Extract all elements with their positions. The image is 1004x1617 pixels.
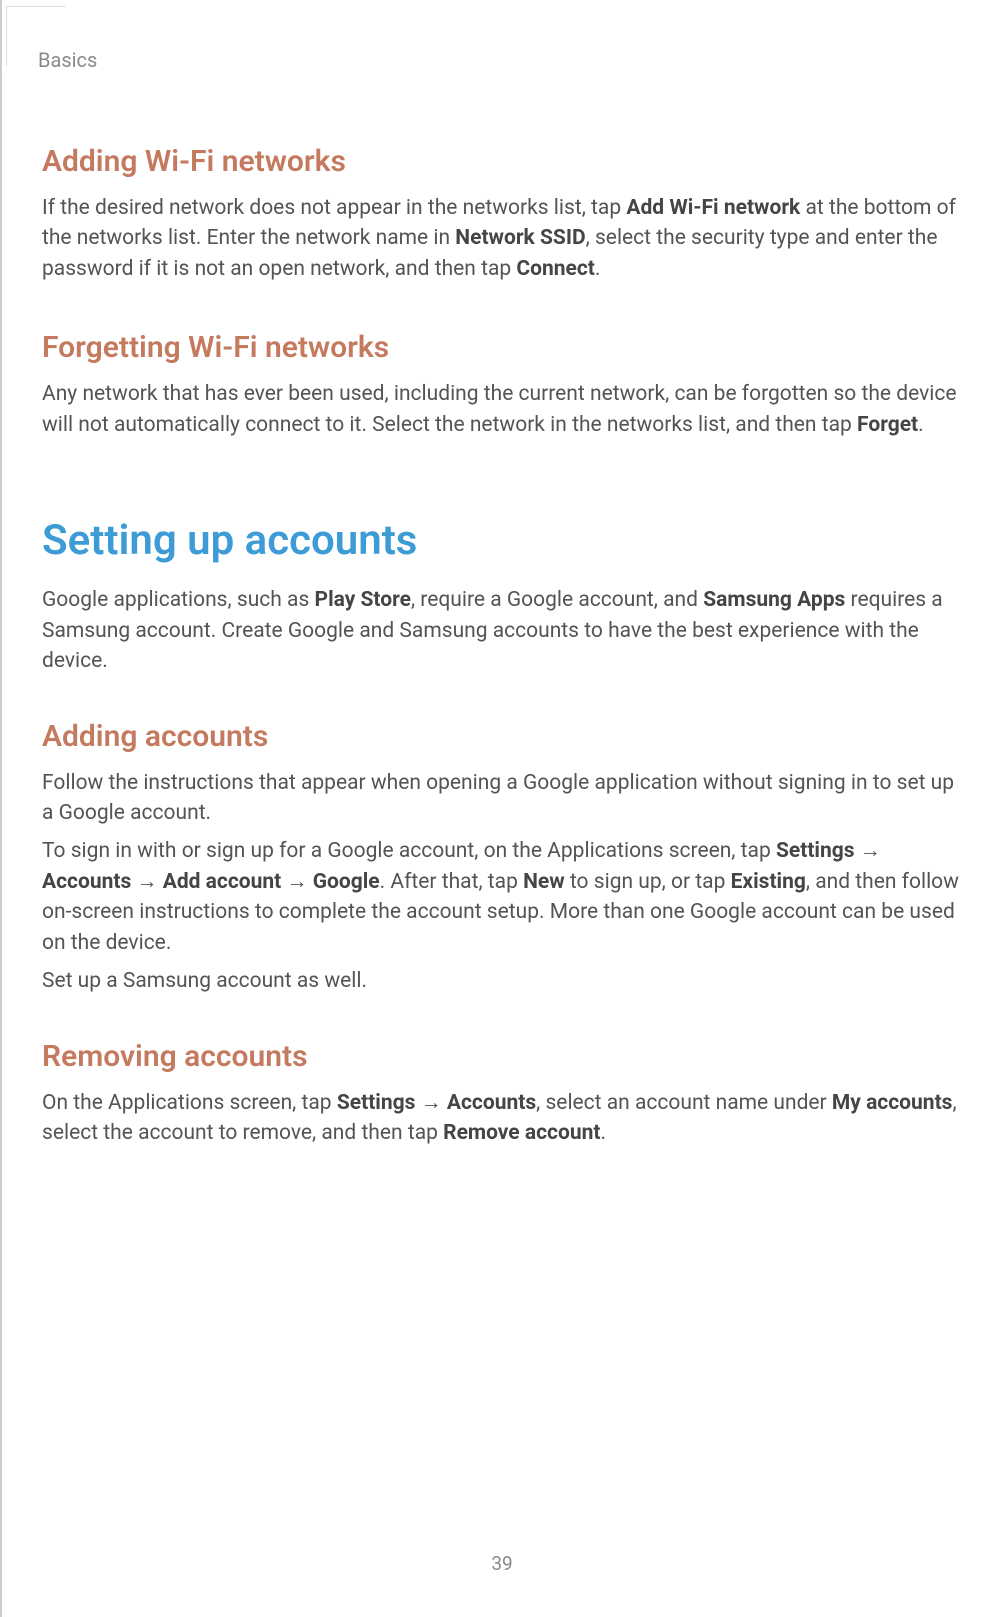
bold-text: Settings: [776, 839, 855, 863]
text: On the Applications screen, tap: [42, 1091, 337, 1115]
arrow-icon: →: [855, 839, 881, 863]
arrow-icon: →: [281, 870, 312, 894]
para-adding-accounts-3: Set up a Samsung account as well.: [42, 966, 962, 996]
heading-setting-accounts: Setting up accounts: [42, 516, 962, 565]
bold-text: Samsung Apps: [703, 588, 845, 612]
arrow-icon: →: [415, 1091, 446, 1115]
bold-text: Forget: [857, 413, 918, 437]
bold-text: Add account: [163, 870, 282, 894]
heading-adding-accounts: Adding accounts: [42, 719, 962, 754]
bold-text: Add Wi-Fi network: [626, 196, 800, 220]
text: .: [918, 413, 924, 437]
para-adding-accounts-1: Follow the instructions that appear when…: [42, 768, 962, 829]
bold-text: Existing: [731, 870, 806, 894]
page-number: 39: [0, 1552, 1004, 1575]
text: If the desired network does not appear i…: [42, 196, 626, 220]
heading-adding-wifi: Adding Wi-Fi networks: [42, 144, 962, 179]
bold-text: Accounts: [42, 870, 131, 894]
para-adding-accounts-2: To sign in with or sign up for a Google …: [42, 836, 962, 958]
text: , require a Google account, and: [411, 588, 703, 612]
bold-text: My accounts: [832, 1091, 953, 1115]
bold-text: New: [523, 870, 565, 894]
text: .: [595, 257, 601, 281]
heading-forgetting-wifi: Forgetting Wi-Fi networks: [42, 330, 962, 365]
para-adding-wifi: If the desired network does not appear i…: [42, 193, 962, 284]
text: , select an account name under: [536, 1091, 832, 1115]
bold-text: Google: [313, 870, 380, 894]
para-setting-accounts: Google applications, such as Play Store,…: [42, 585, 962, 676]
text: . After that, tap: [380, 870, 523, 894]
text: Any network that has ever been used, inc…: [42, 382, 957, 436]
text: To sign in with or sign up for a Google …: [42, 839, 776, 863]
bold-text: Accounts: [447, 1091, 536, 1115]
text: .: [600, 1121, 606, 1145]
chapter-header: Basics: [38, 48, 962, 72]
bold-text: Network SSID: [455, 226, 585, 250]
bold-text: Settings: [337, 1091, 416, 1115]
bold-text: Connect: [516, 257, 595, 281]
text: to sign up, or tap: [565, 870, 731, 894]
bold-text: Remove account: [443, 1121, 600, 1145]
arrow-icon: →: [131, 870, 162, 894]
bold-text: Play Store: [315, 588, 411, 612]
text: Google applications, such as: [42, 588, 315, 612]
para-removing-accounts: On the Applications screen, tap Settings…: [42, 1088, 962, 1149]
para-forgetting-wifi: Any network that has ever been used, inc…: [42, 379, 962, 440]
heading-removing-accounts: Removing accounts: [42, 1039, 962, 1074]
